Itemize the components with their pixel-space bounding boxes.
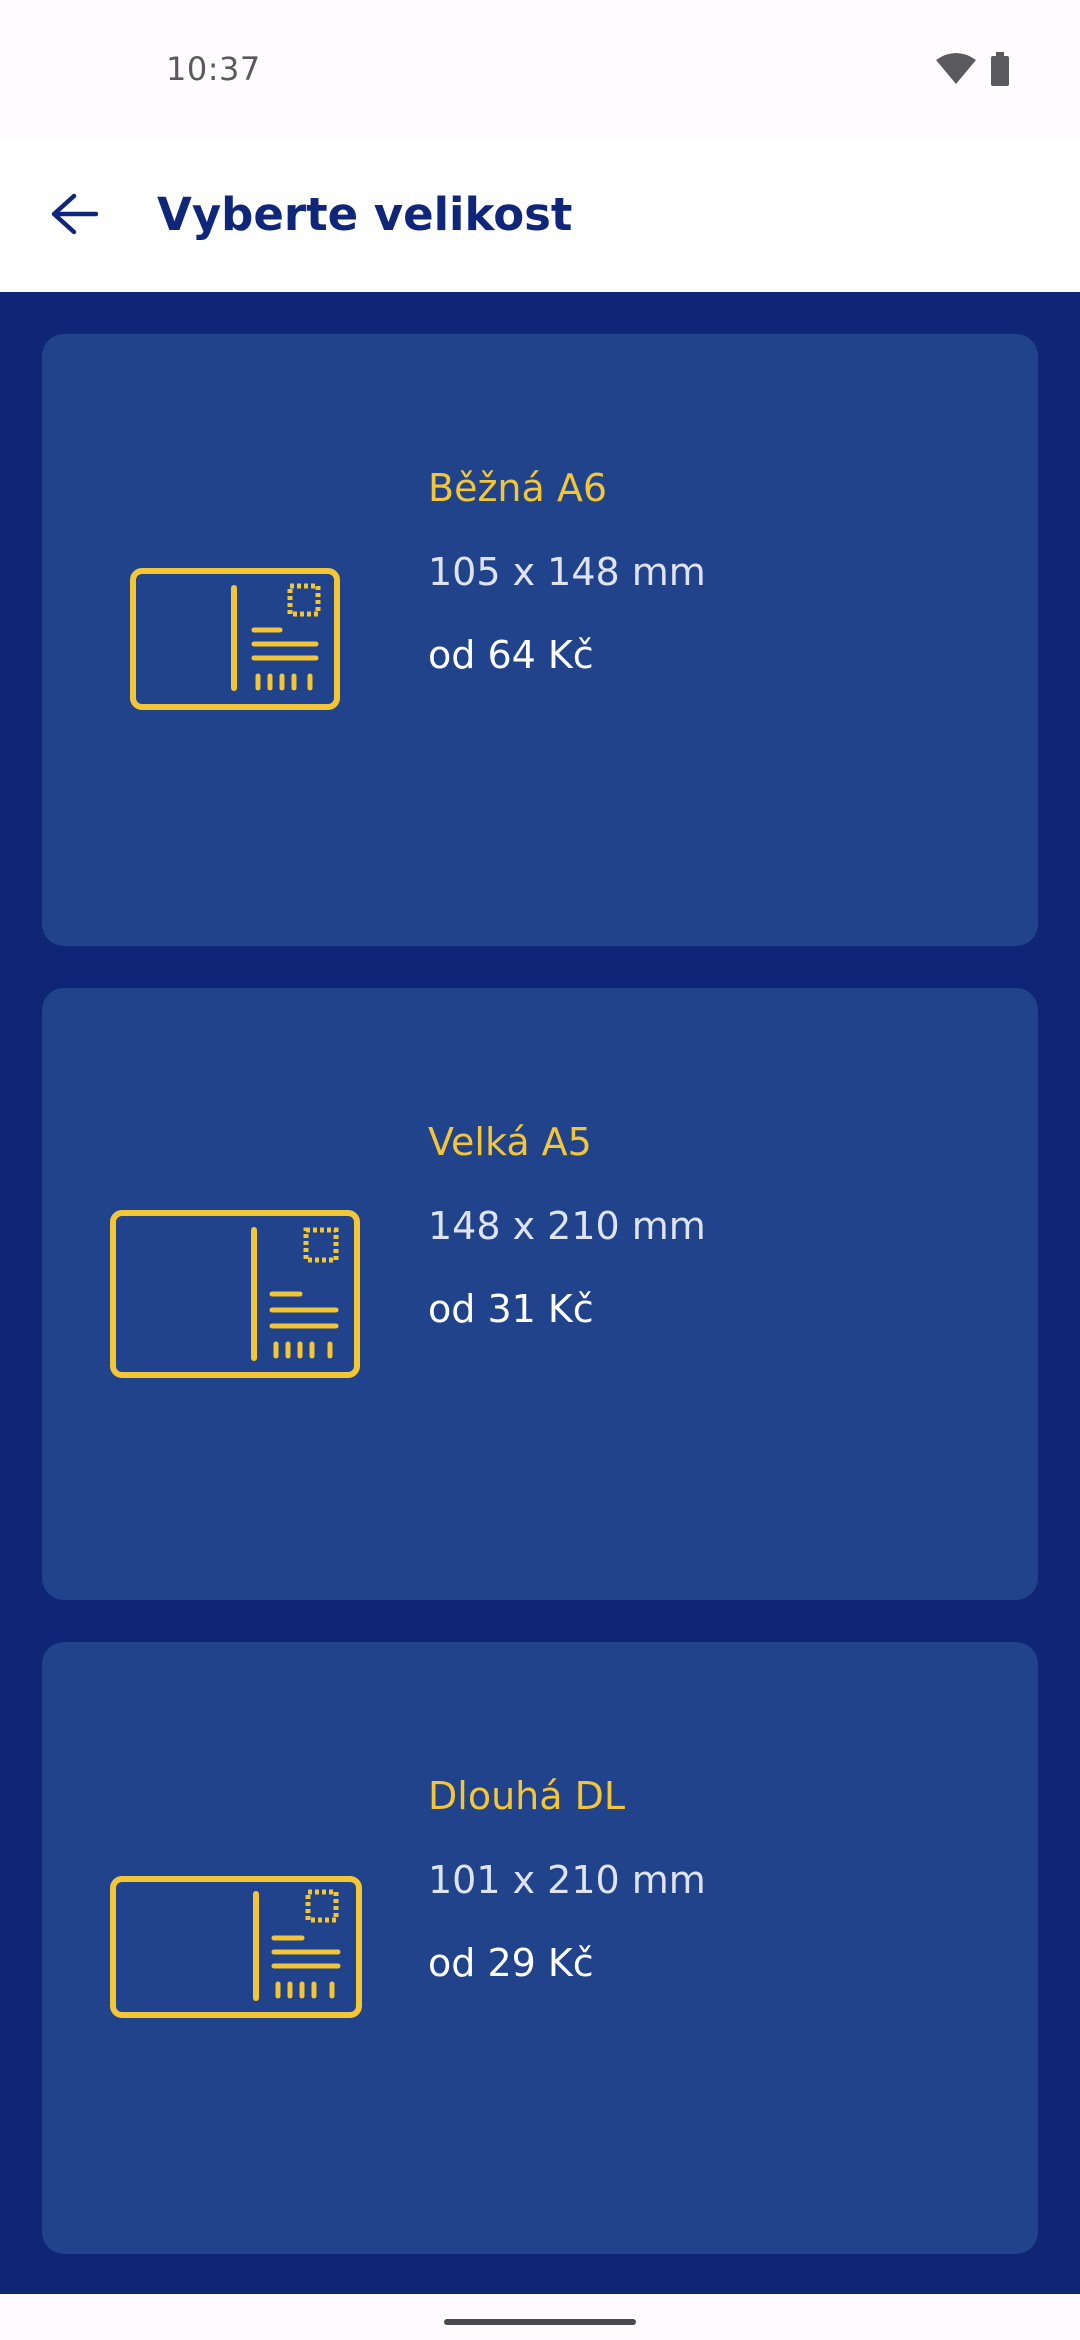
gesture-nav-bar — [0, 2294, 1080, 2340]
size-card-a6[interactable]: Běžná A6 105 x 148 mm od 64 Kč — [42, 334, 1038, 946]
postcard-icon — [130, 568, 340, 714]
postcard-icon — [110, 1876, 362, 2022]
status-time: 10:37 — [166, 50, 261, 88]
size-title: Dlouhá DL — [428, 1774, 626, 1818]
size-price: od 64 Kč — [428, 633, 594, 677]
app-bar: Vyberte velikost — [0, 140, 1080, 292]
size-card-dl[interactable]: Dlouhá DL 101 x 210 mm od 29 Kč — [42, 1642, 1038, 2254]
status-bar: 10:37 — [0, 0, 1080, 140]
size-dimensions: 148 x 210 mm — [428, 1204, 706, 1248]
size-price: od 31 Kč — [428, 1287, 594, 1331]
size-list: Běžná A6 105 x 148 mm od 64 Kč Velká A5 … — [0, 292, 1080, 2294]
status-icons — [936, 52, 1010, 90]
home-handle[interactable] — [444, 2319, 636, 2325]
wifi-icon — [936, 52, 976, 90]
size-title: Velká A5 — [428, 1120, 592, 1164]
postcard-icon — [110, 1210, 360, 1382]
back-button[interactable] — [40, 182, 108, 250]
battery-icon — [990, 52, 1010, 90]
size-dimensions: 105 x 148 mm — [428, 550, 706, 594]
size-card-a5[interactable]: Velká A5 148 x 210 mm od 31 Kč — [42, 988, 1038, 1600]
page-title: Vyberte velikost — [157, 188, 573, 241]
size-dimensions: 101 x 210 mm — [428, 1858, 706, 1902]
arrow-back-icon — [50, 192, 99, 240]
size-title: Běžná A6 — [428, 466, 608, 510]
size-price: od 29 Kč — [428, 1941, 594, 1985]
